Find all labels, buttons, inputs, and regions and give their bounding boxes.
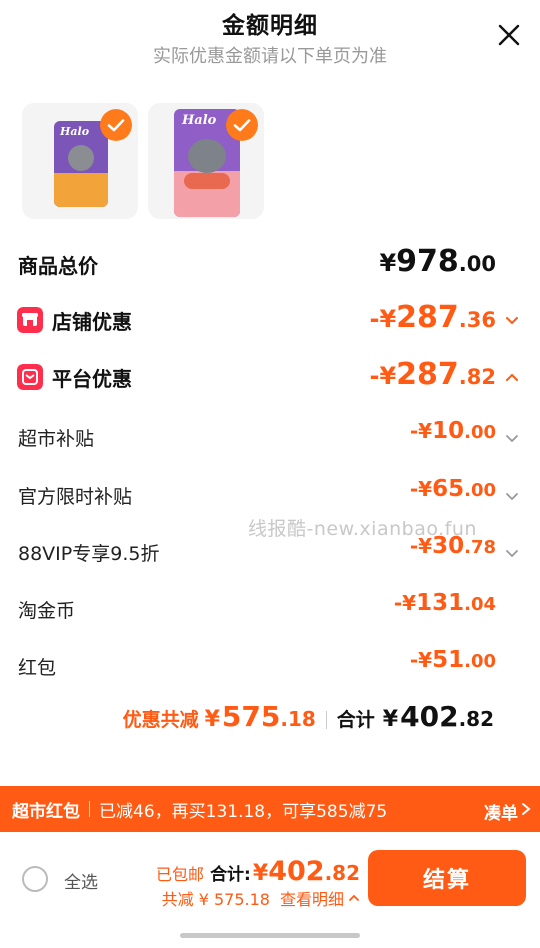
select-all-radio[interactable] bbox=[22, 866, 48, 892]
summary-divider bbox=[325, 711, 327, 729]
shop-icon bbox=[17, 307, 43, 333]
taojinbi-label: 淘金币 bbox=[18, 600, 76, 622]
sheet-header: 金额明细 实际优惠金额请以下单页为准 bbox=[0, 0, 540, 80]
red-packet-amount: -¥ 51.00 bbox=[409, 647, 496, 673]
row-supermarket-subsidy[interactable]: 超市补贴 -¥ 10.00 bbox=[0, 418, 540, 458]
official-subsidy-amount: -¥ 65.00 bbox=[409, 476, 496, 502]
checkout-footer: 全选 已包邮 合计: ¥402.82 共减 ¥ 575.18 查看明细 结算 bbox=[0, 832, 540, 948]
red-packet-label: 红包 bbox=[18, 657, 57, 679]
row-platform-discount[interactable]: 平台优惠 -¥ 287.82 bbox=[0, 357, 540, 397]
sheet-subtitle: 实际优惠金额请以下单页为准 bbox=[153, 46, 387, 67]
footer-total-label: 合计: bbox=[210, 865, 251, 885]
chevron-right-icon[interactable] bbox=[520, 802, 532, 816]
check-icon[interactable] bbox=[226, 109, 258, 141]
row-official-subsidy[interactable]: 官方限时补贴 -¥ 65.00 bbox=[0, 476, 540, 516]
row-red-packet: 红包 -¥ 51.00 bbox=[0, 647, 540, 687]
promo-divider bbox=[89, 801, 90, 817]
product-thumbnails: Halo Halo bbox=[22, 103, 264, 221]
chevron-up-icon[interactable] bbox=[504, 369, 520, 385]
shop-discount-label: 店铺优惠 bbox=[52, 310, 132, 334]
select-all-label[interactable]: 全选 bbox=[64, 868, 98, 893]
footer-discount-line[interactable]: 共减 ¥ 575.18 查看明细 bbox=[162, 886, 360, 910]
total-discount-label: 优惠共减 bbox=[122, 709, 199, 731]
official-subsidy-label: 官方限时补贴 bbox=[18, 486, 133, 508]
summary-total-amount: ¥402.82 bbox=[382, 700, 494, 733]
discount-summary: 优惠共减 ¥575.18 合计 ¥402.82 bbox=[123, 700, 494, 740]
row-total-price: 商品总价 ¥978.00 bbox=[0, 244, 540, 284]
chevron-down-icon[interactable] bbox=[504, 430, 520, 446]
view-details-link[interactable]: 查看明细 bbox=[280, 886, 344, 910]
platform-icon bbox=[17, 364, 43, 390]
chevron-down-icon[interactable] bbox=[504, 312, 520, 328]
chevron-down-icon[interactable] bbox=[504, 488, 520, 504]
check-icon[interactable] bbox=[100, 109, 132, 141]
footer-total: 已包邮 合计: ¥402.82 bbox=[156, 856, 360, 887]
vip-discount-label: 88VIP专享9.5折 bbox=[18, 543, 160, 565]
row-shop-discount[interactable]: 店铺优惠 -¥ 287.36 bbox=[0, 300, 540, 340]
product-thumbnail[interactable]: Halo bbox=[22, 103, 138, 219]
product-image: Halo bbox=[54, 121, 108, 207]
footer-discount-text: 共减 ¥ 575.18 bbox=[161, 890, 270, 909]
supermarket-subsidy-label: 超市补贴 bbox=[18, 428, 95, 450]
shop-discount-amount: -¥ 287.36 bbox=[369, 300, 497, 335]
total-price-label: 商品总价 bbox=[18, 254, 98, 278]
add-items-link[interactable]: 凑单 bbox=[484, 799, 518, 824]
supermarket-red-packet-bar[interactable]: 超市红包 已减46，再买131.18，可享585减75 凑单 bbox=[0, 786, 540, 832]
promo-text: 已减46，再买131.18，可享585减75 bbox=[99, 801, 388, 822]
summary-total-label: 合计 bbox=[336, 709, 375, 731]
home-indicator bbox=[180, 933, 360, 938]
sheet-title: 金额明细 bbox=[222, 13, 318, 39]
total-price-amount: ¥978.00 bbox=[379, 244, 496, 279]
taojinbi-amount: -¥ 131.04 bbox=[393, 590, 496, 616]
product-thumbnail[interactable]: Halo bbox=[148, 103, 264, 219]
supermarket-subsidy-amount: -¥ 10.00 bbox=[409, 418, 496, 444]
row-taojinbi: 淘金币 -¥ 131.04 bbox=[0, 590, 540, 630]
promo-title: 超市红包 bbox=[12, 801, 80, 822]
row-vip-discount[interactable]: 88VIP专享9.5折 -¥ 30.78 bbox=[0, 533, 540, 573]
platform-discount-label: 平台优惠 bbox=[52, 367, 132, 391]
platform-discount-amount: -¥ 287.82 bbox=[369, 357, 497, 392]
chevron-down-icon[interactable] bbox=[504, 545, 520, 561]
chevron-up-icon[interactable] bbox=[348, 892, 360, 904]
free-shipping-label: 已包邮 bbox=[156, 865, 205, 884]
close-icon[interactable] bbox=[496, 22, 522, 48]
total-discount-amount: ¥575.18 bbox=[204, 700, 316, 733]
checkout-button[interactable]: 结算 bbox=[368, 850, 526, 906]
vip-discount-amount: -¥ 30.78 bbox=[409, 533, 496, 559]
